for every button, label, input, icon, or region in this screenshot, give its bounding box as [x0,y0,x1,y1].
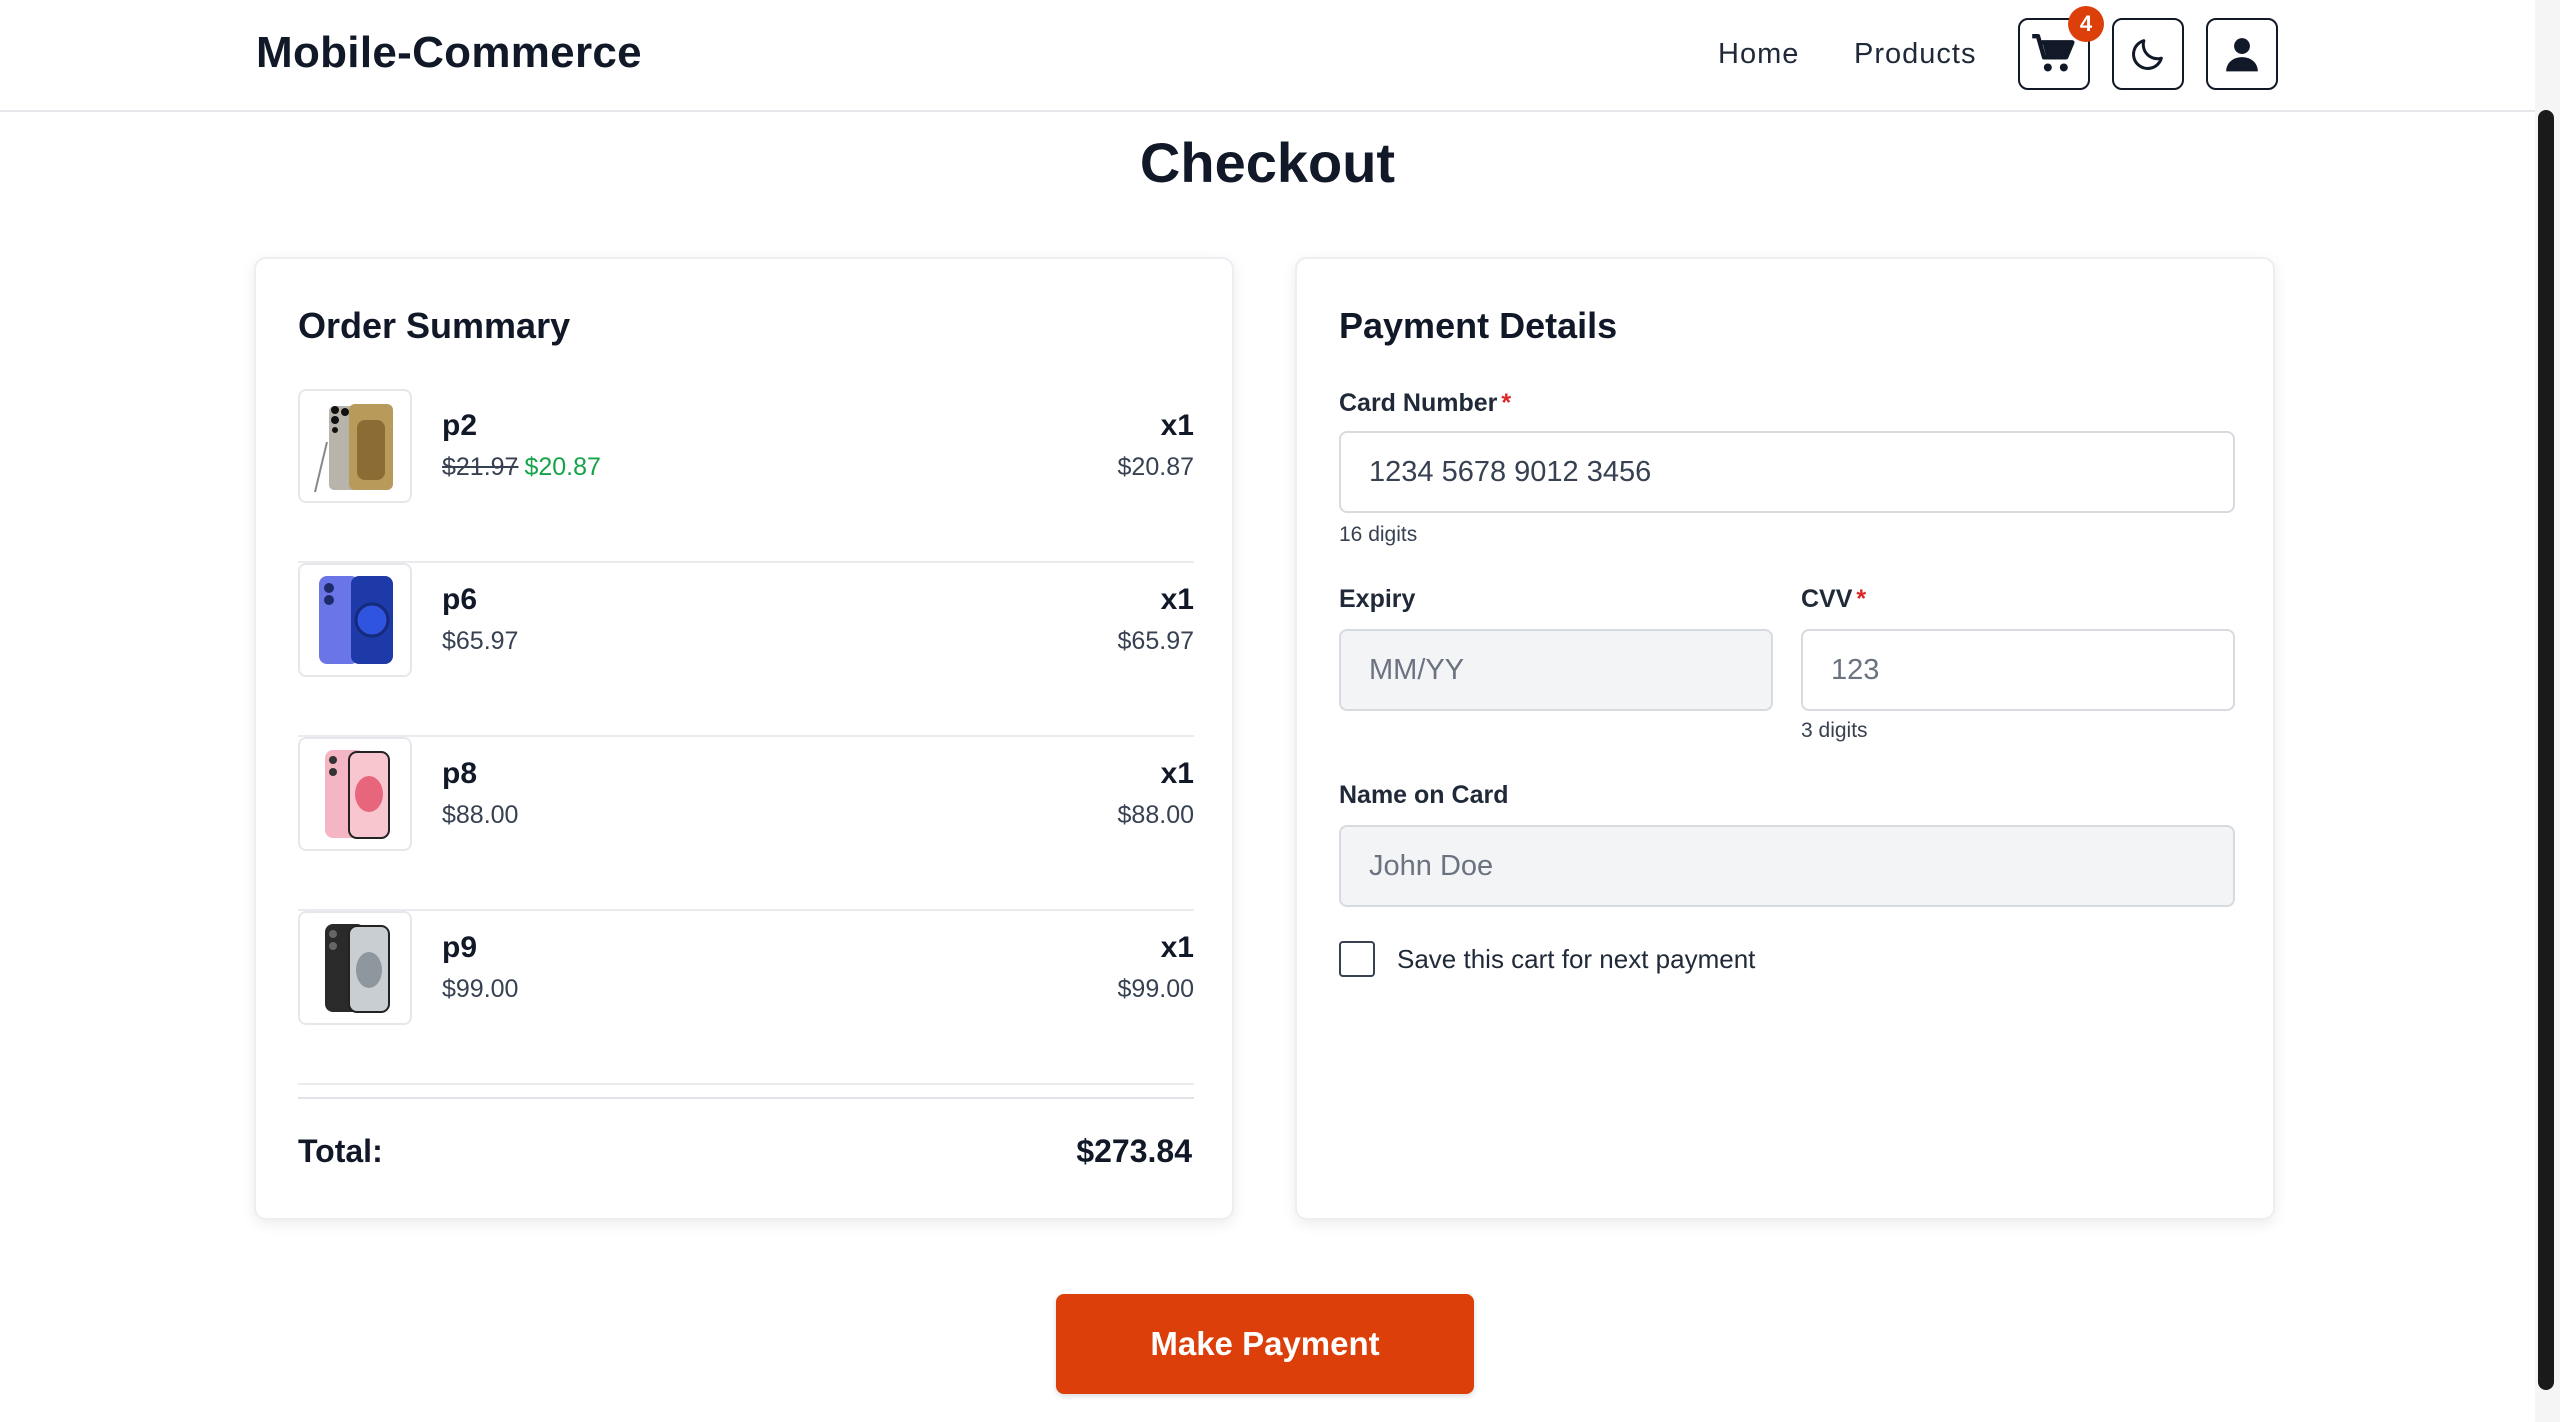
total-divider [298,1097,1194,1099]
order-item: p6 $65.97 x1 $65.97 [298,563,1194,737]
nav-home-link[interactable]: Home [1718,38,1799,71]
cvv-label-text: CVV [1801,585,1853,613]
card-number-label-text: Card Number [1339,389,1498,417]
phone-image-icon [314,404,393,493]
item-subtotal: $65.97 [1117,627,1194,655]
cvv-input[interactable] [1801,629,2235,711]
name-on-card-input[interactable] [1339,825,2235,907]
item-quantity: x1 [1160,757,1194,790]
item-name: p8 [442,757,478,790]
item-subtotal: $88.00 [1117,801,1194,829]
order-item: p9 $99.00 x1 $99.00 [298,911,1194,1085]
item-price: $65.97 [442,627,519,655]
card-number-input[interactable] [1339,431,2235,513]
payment-details-card: Payment Details Card Number* 16 digits E… [1295,257,2275,1220]
product-thumbnail [298,563,412,677]
item-subtotal: $99.00 [1117,975,1194,1003]
cvv-label: CVV * [1801,585,1866,614]
item-price: $88.00 [442,801,519,829]
item-name: p9 [442,931,478,964]
total-value: $273.84 [1076,1133,1192,1169]
item-discounted-price: $20.87 [524,453,601,481]
phone-image-icon [325,924,390,1013]
total-label: Total: [298,1133,383,1169]
order-item: p2 $21.97 $20.87 x1 $20.87 [298,389,1194,563]
order-summary-card: Order Summary p2 $21.97$20.87 x1 $20.87 [254,257,1234,1220]
item-name: p6 [442,583,478,616]
required-asterisk: * [1501,389,1512,417]
item-quantity: x1 [1160,409,1194,442]
payment-details-title: Payment Details [1339,305,1618,346]
save-cart-checkbox[interactable] [1339,941,1375,977]
item-quantity: x1 [1160,931,1194,964]
phone-image-icon [325,750,390,839]
cvv-hint: 3 digits [1801,719,1868,742]
scrollbar-thumb[interactable] [2538,110,2554,1390]
item-price: $21.97 $20.87 [442,453,601,482]
brand-logo[interactable]: Mobile-Commerce [256,28,642,78]
item-quantity: x1 [1160,583,1194,616]
item-subtotal: $20.87 [1117,453,1194,481]
top-navbar: Mobile-Commerce Home Products 4 [0,0,2535,112]
phone-image-icon [319,576,393,664]
item-name: p2 [442,409,478,442]
product-thumbnail [298,911,412,1025]
card-number-hint: 16 digits [1339,523,1418,546]
make-payment-button[interactable]: Make Payment [1056,1294,1474,1394]
theme-toggle-button[interactable] [2112,18,2184,90]
nav-products-link[interactable]: Products [1854,38,1976,71]
save-cart-label[interactable]: Save this cart for next payment [1397,944,1755,975]
required-asterisk: * [1856,585,1867,613]
cart-icon [2032,34,2075,72]
name-on-card-label: Name on Card [1339,781,1509,809]
item-price: $99.00 [442,975,519,1003]
item-original-price: $21.97 [442,453,519,481]
order-item: p8 $88.00 x1 $88.00 [298,737,1194,911]
order-summary-title: Order Summary [298,305,571,346]
product-thumbnail [298,737,412,851]
card-number-label: Card Number * [1339,389,1511,418]
moon-icon [2132,39,2163,70]
expiry-label: Expiry [1339,585,1416,613]
page-title: Checkout [1139,131,1396,194]
expiry-input[interactable] [1339,629,1773,711]
user-profile-button[interactable] [2206,18,2278,90]
user-icon [2226,38,2258,72]
cart-count-badge: 4 [2068,6,2104,42]
product-thumbnail [298,389,412,503]
